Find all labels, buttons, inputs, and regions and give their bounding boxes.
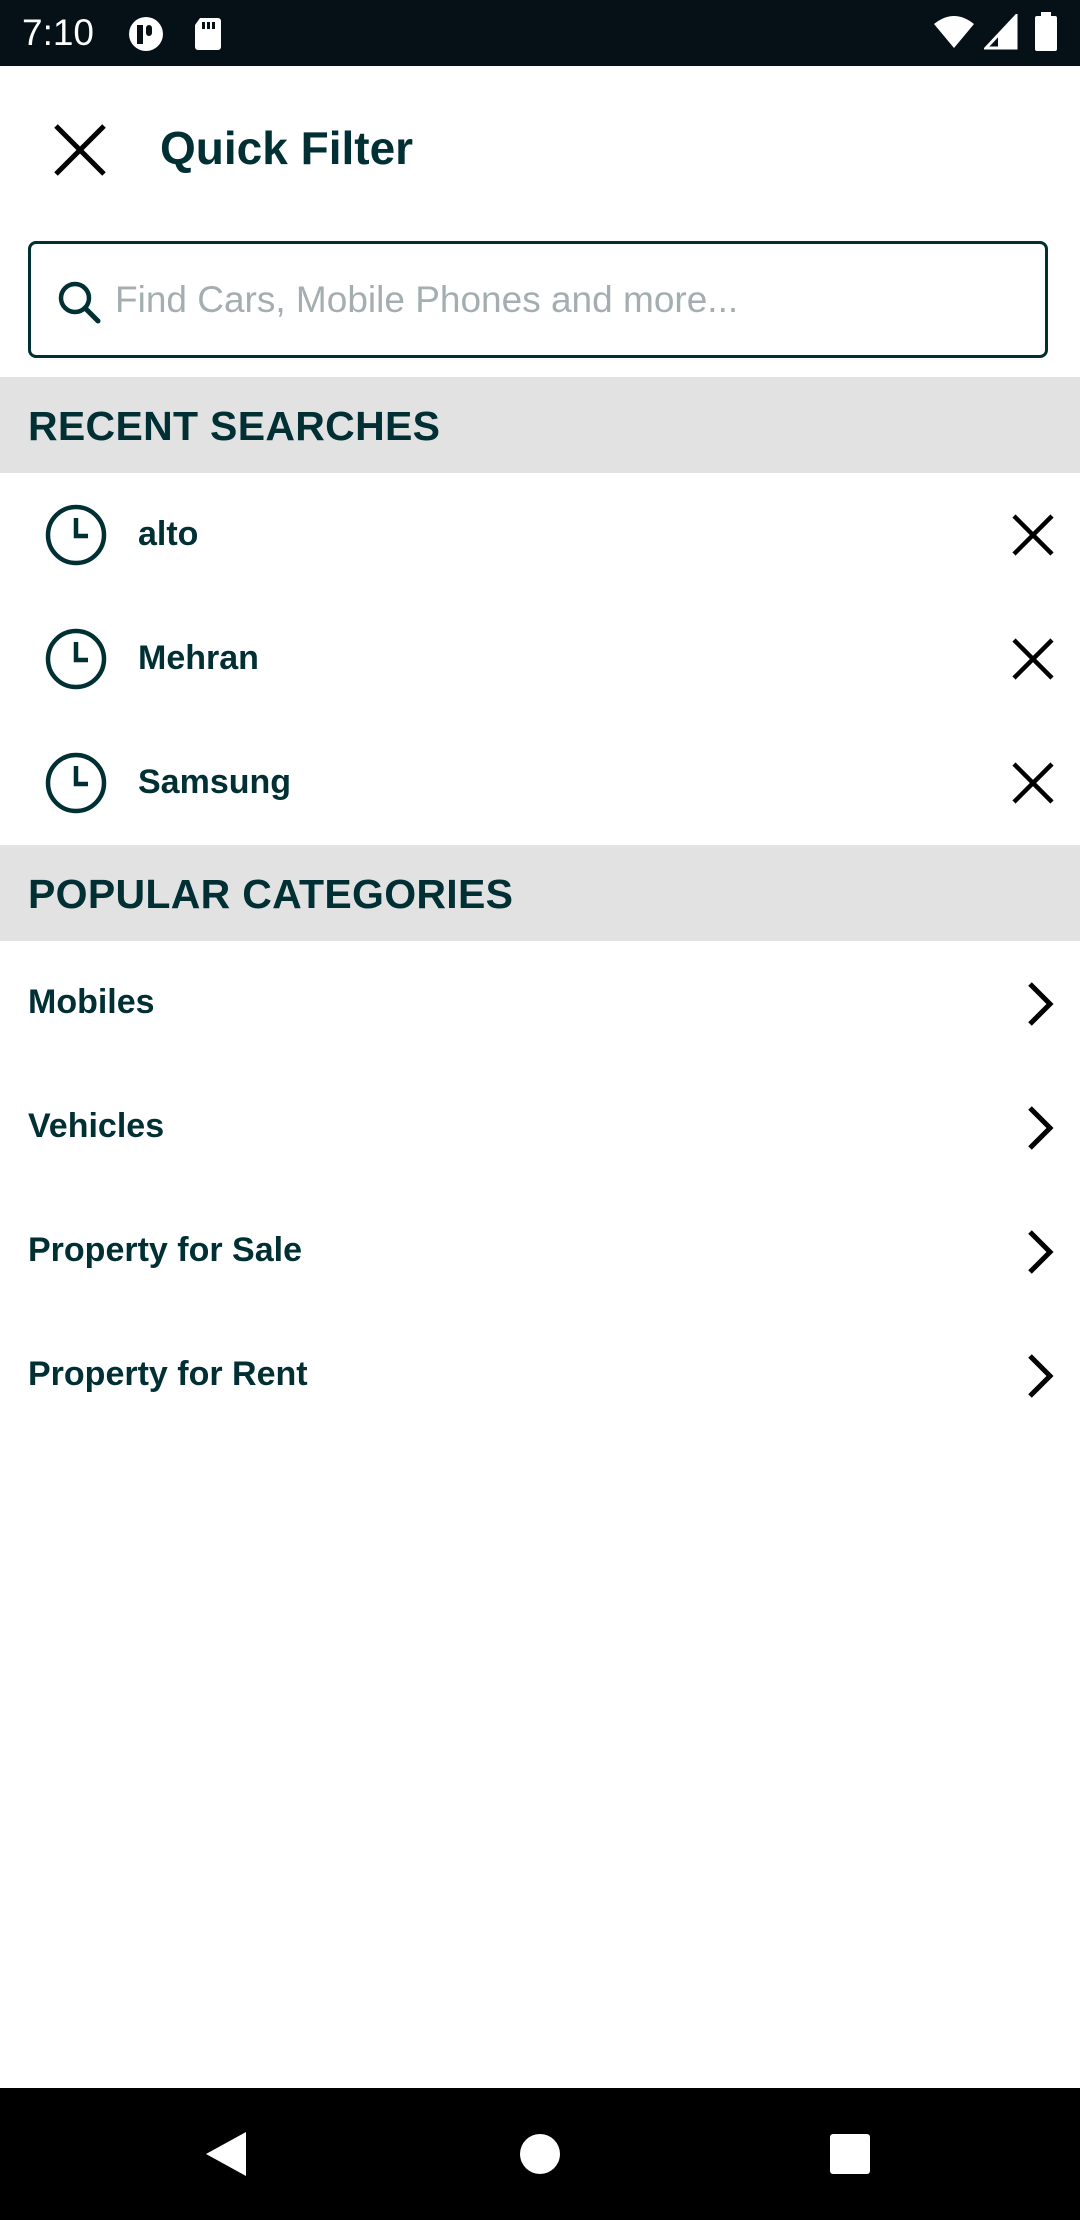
- popular-categories-title: POPULAR CATEGORIES: [28, 871, 514, 917]
- home-circle-icon: [520, 2134, 560, 2174]
- back-triangle-icon: [206, 2132, 246, 2176]
- close-icon: [54, 124, 106, 176]
- home-button[interactable]: [500, 2114, 580, 2194]
- recent-searches-title: RECENT SEARCHES: [28, 403, 441, 449]
- recent-search-label: Samsung: [138, 763, 292, 801]
- search-icon: [58, 281, 101, 324]
- recent-search-item[interactable]: Mehran: [0, 597, 1080, 721]
- category-label: Property for Sale: [28, 1231, 302, 1269]
- chevron-right-icon: [1028, 982, 1054, 1026]
- wifi-icon: [932, 14, 976, 55]
- chevron-right-icon: [1028, 1106, 1054, 1150]
- recent-search-item[interactable]: Samsung: [0, 721, 1080, 845]
- status-time: 7:10: [22, 12, 95, 53]
- category-item-property-for-rent[interactable]: Property for Rent: [0, 1313, 1080, 1437]
- close-icon: [1012, 514, 1054, 556]
- sd-card-icon: [192, 16, 224, 57]
- close-icon: [1012, 762, 1054, 804]
- category-label: Mobiles: [28, 983, 155, 1021]
- app-notification-icon: [126, 16, 166, 57]
- recents-square-icon: [830, 2134, 870, 2174]
- category-item-mobiles[interactable]: Mobiles: [0, 941, 1080, 1065]
- remove-recent-search-button[interactable]: [1000, 753, 1066, 813]
- clock-icon: [45, 628, 107, 690]
- recent-search-label: Mehran: [138, 639, 259, 677]
- close-icon: [1012, 638, 1054, 680]
- search-box[interactable]: [28, 241, 1048, 358]
- back-button[interactable]: [186, 2114, 266, 2194]
- recent-search-label: alto: [138, 515, 199, 553]
- category-label: Property for Rent: [28, 1355, 308, 1393]
- recent-searches-header: RECENT SEARCHES: [0, 377, 1080, 473]
- category-item-property-for-sale[interactable]: Property for Sale: [0, 1189, 1080, 1313]
- status-bar: 7:10: [0, 0, 1080, 66]
- recent-search-item[interactable]: alto: [0, 473, 1080, 597]
- navigation-bar: [0, 2088, 1080, 2220]
- battery-icon: [1034, 12, 1058, 57]
- search-input[interactable]: [115, 264, 1015, 336]
- clock-icon: [45, 752, 107, 814]
- clock-icon: [45, 504, 107, 566]
- remove-recent-search-button[interactable]: [1000, 505, 1066, 565]
- close-button[interactable]: [40, 110, 120, 190]
- category-label: Vehicles: [28, 1107, 165, 1145]
- chevron-right-icon: [1028, 1230, 1054, 1274]
- signal-icon: [982, 12, 1018, 55]
- remove-recent-search-button[interactable]: [1000, 629, 1066, 689]
- header: Quick Filter: [0, 66, 1080, 228]
- page-title: Quick Filter: [160, 122, 414, 174]
- recents-button[interactable]: [810, 2114, 890, 2194]
- popular-categories-header: POPULAR CATEGORIES: [0, 845, 1080, 941]
- category-item-vehicles[interactable]: Vehicles: [0, 1065, 1080, 1189]
- chevron-right-icon: [1028, 1354, 1054, 1398]
